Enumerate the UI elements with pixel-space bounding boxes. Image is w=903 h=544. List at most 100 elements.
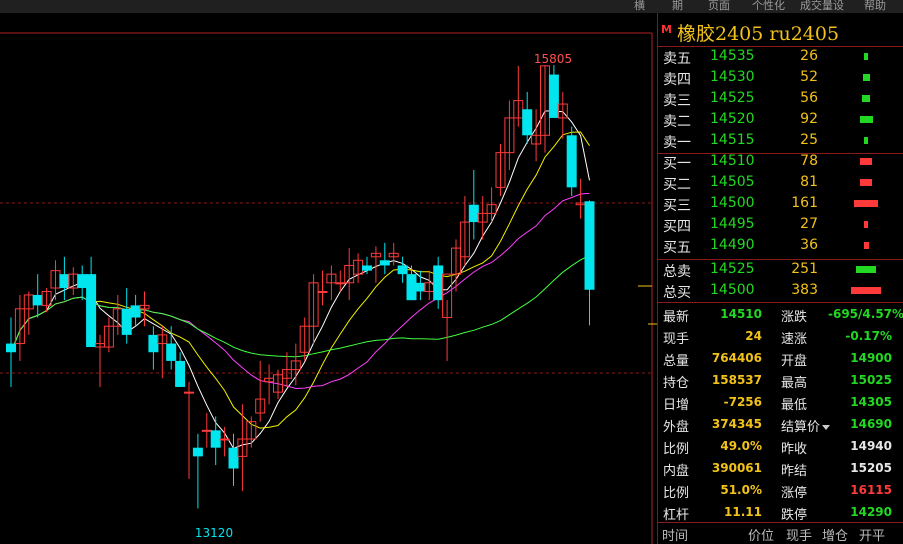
stat-value: 14305 <box>850 395 892 409</box>
stat-value: 24 <box>745 329 762 343</box>
total-row[interactable]: 总卖 14525 251 <box>658 261 903 282</box>
stat-row: 外盘 374345 结算价 14690 <box>658 416 903 438</box>
menu-item[interactable]: 页面 <box>708 0 730 13</box>
stat-value: 16115 <box>850 483 892 497</box>
stat-label: 现手 <box>663 332 690 347</box>
menu-item[interactable]: 帮助 <box>864 0 886 13</box>
candle-body <box>548 74 559 118</box>
stat-row: 最新 14510 涨跌 -695/4.57% <box>658 306 903 328</box>
ask-row[interactable]: 卖三 14525 56 <box>658 90 903 111</box>
ask-row[interactable]: 卖五 14535 26 <box>658 48 903 69</box>
instrument-title-bar: M 橡胶2405 ru2405 <box>658 18 903 45</box>
stat-label: 速涨 <box>781 332 808 347</box>
stat-row: 比例 51.0% 涨停 16115 <box>658 482 903 504</box>
level-label: 买二 <box>663 177 691 193</box>
stat-row: 比例 49.0% 昨收 14940 <box>658 438 903 460</box>
volume-bar <box>862 74 870 81</box>
tab-oi-change[interactable]: 增仓 <box>822 525 848 544</box>
stat-label: 昨收 <box>781 442 808 457</box>
menu-item[interactable]: 期 <box>672 0 683 13</box>
divider <box>658 302 903 303</box>
stat-label: 内盘 <box>663 464 690 479</box>
candle-body <box>379 260 390 266</box>
candle-body <box>166 343 177 361</box>
tab-time[interactable]: 时间 <box>662 525 688 544</box>
volume-bar <box>864 137 868 144</box>
stat-row: 内盘 390061 昨结 15205 <box>658 460 903 482</box>
candle-body <box>121 308 132 335</box>
bid-row[interactable]: 买一 14510 78 <box>658 153 903 174</box>
bid-row[interactable]: 买二 14505 81 <box>658 174 903 195</box>
level-label: 卖二 <box>663 114 691 130</box>
level-volume: 251 <box>791 261 818 277</box>
quote-panel: M 橡胶2405 ru2405 卖五 14535 26 卖四 14530 52 卖三 1452… <box>657 13 903 544</box>
stat-value: 764406 <box>711 351 762 365</box>
tab-open-close[interactable]: 开平 <box>859 525 885 544</box>
candle-body <box>397 265 408 275</box>
ask-row[interactable]: 卖四 14530 52 <box>658 69 903 90</box>
volume-bar <box>862 95 870 102</box>
bid-row[interactable]: 买四 14495 27 <box>658 216 903 237</box>
stat-value: -695/4.57% <box>828 307 903 321</box>
ask-row[interactable]: 卖二 14520 92 <box>658 111 903 132</box>
tab-volume[interactable]: 现手 <box>786 525 812 544</box>
tab-price[interactable]: 价位 <box>748 525 774 544</box>
candle-body <box>32 294 43 306</box>
candle-body <box>406 274 417 301</box>
stat-value: 14940 <box>850 439 892 453</box>
candle-body <box>59 274 70 289</box>
stat-label: 最新 <box>663 310 690 325</box>
candle-body <box>77 274 88 289</box>
stat-row: 持仓 158537 最高 15025 <box>658 372 903 394</box>
level-price: 14500 <box>710 195 755 211</box>
stat-value: 390061 <box>711 461 762 475</box>
stat-value: 15025 <box>850 373 892 387</box>
stat-label: 最低 <box>781 398 808 413</box>
candle-body <box>317 290 328 293</box>
tick-tabs: 时间 价位 现手 增仓 开平 <box>658 523 903 544</box>
stat-label: 涨停 <box>781 486 808 501</box>
candle-body <box>86 274 97 348</box>
stat-label: 比例 <box>663 486 690 501</box>
candle-body <box>184 391 194 394</box>
level-volume: 383 <box>791 282 818 298</box>
stat-label: 外盘 <box>663 420 690 435</box>
menu-item[interactable]: 成交量设 <box>800 0 844 13</box>
stat-value: 374345 <box>711 417 762 431</box>
level-volume: 26 <box>800 48 818 64</box>
candle-body <box>522 109 533 136</box>
candle-body <box>433 265 444 301</box>
level-volume: 52 <box>800 69 818 85</box>
candle-body <box>362 265 372 271</box>
menu-item[interactable]: 个性化 <box>752 0 785 13</box>
total-row[interactable]: 总买 14500 383 <box>658 282 903 303</box>
menu-item[interactable]: 横 <box>634 0 645 13</box>
stat-row: 总量 764406 开盘 14900 <box>658 350 903 372</box>
level-label: 卖五 <box>663 51 691 67</box>
candle-body <box>148 334 159 353</box>
ask-row[interactable]: 卖一 14515 25 <box>658 132 903 153</box>
level-price: 14535 <box>710 48 755 64</box>
level-price: 14510 <box>710 153 755 169</box>
level-price: 14490 <box>710 237 755 253</box>
bid-row[interactable]: 买五 14490 36 <box>658 237 903 258</box>
candle-body <box>566 135 577 188</box>
stat-label: 结算价 <box>781 416 831 435</box>
volume-bar <box>860 179 872 186</box>
level-price: 14525 <box>710 261 755 277</box>
stat-value: 49.0% <box>720 439 762 453</box>
candle-body <box>130 305 141 318</box>
candle-body <box>6 343 16 353</box>
level-label: 总买 <box>663 285 691 301</box>
stat-label: 跌停 <box>781 508 808 523</box>
level-volume: 161 <box>791 195 818 211</box>
candle-body <box>201 429 212 432</box>
kline-chart[interactable]: 15805 13120 <box>0 13 657 544</box>
level-label: 买五 <box>663 240 691 256</box>
stat-label: 最高 <box>781 376 808 391</box>
candle-body <box>228 447 239 469</box>
level-volume: 56 <box>800 90 818 106</box>
kline-chart-svg[interactable]: 15805 13120 <box>0 13 657 544</box>
bid-row[interactable]: 买三 14500 161 <box>658 195 903 216</box>
stat-label: 昨结 <box>781 464 808 479</box>
